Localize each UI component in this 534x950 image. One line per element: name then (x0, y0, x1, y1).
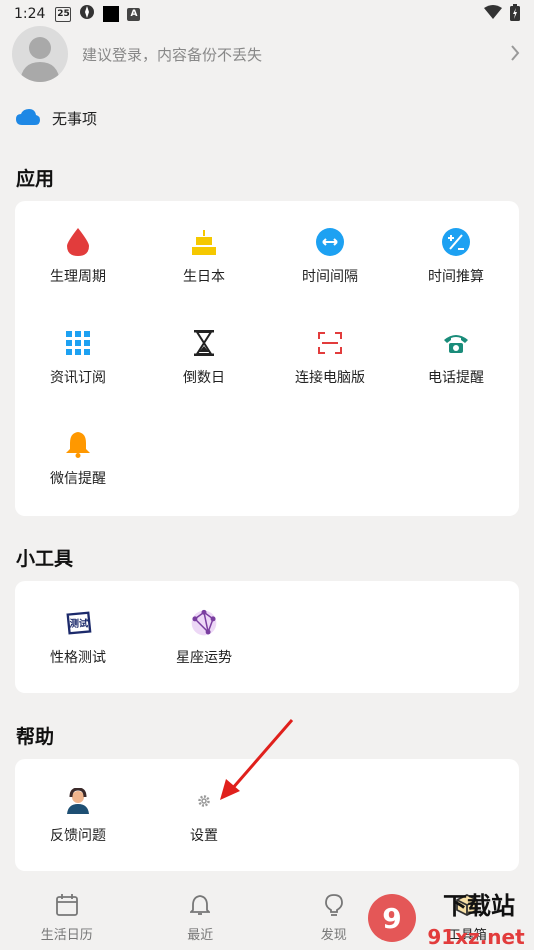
help-item[interactable]: 反馈问题 (15, 765, 141, 866)
gear-icon (190, 787, 218, 815)
app-label: 时间推算 (428, 268, 484, 285)
test-stamp-icon: 测试 (64, 609, 92, 637)
app-item[interactable]: 资讯订阅 (15, 307, 141, 408)
app-item[interactable]: 连接电脑版 (267, 307, 393, 408)
calculator-icon (442, 227, 470, 256)
nav-label: 发现 (320, 927, 347, 943)
apps-section-title: 应用 (16, 168, 55, 190)
constellation-icon (190, 609, 218, 637)
scan-frame-icon (316, 329, 344, 357)
status-bar: 1:24 25 A (0, 0, 534, 28)
app-item[interactable]: 电话提醒 (393, 307, 519, 408)
help-label: 反馈问题 (50, 827, 106, 844)
watermark-text-1: 下载站 (443, 892, 515, 920)
bell-icon (64, 430, 92, 458)
phone-icon (442, 329, 470, 357)
battery-icon (510, 3, 520, 25)
bell-icon (189, 894, 212, 920)
svg-text:9: 9 (382, 902, 401, 935)
help-card: 反馈问题 设置 (15, 759, 519, 871)
app-item[interactable]: 微信提醒 (15, 408, 141, 509)
hourglass-icon (190, 329, 218, 357)
app-label: 电话提醒 (428, 369, 484, 386)
app-item[interactable]: 生理周期 (15, 206, 141, 307)
calendar-status-icon: 25 (55, 6, 72, 22)
app-item[interactable]: 生日本 (141, 206, 267, 307)
login-prompt-text: 建议登录，内容备份不丢失 (82, 45, 263, 64)
chevron-right-icon (510, 42, 520, 66)
login-prompt-row[interactable]: 建议登录，内容备份不丢失 (12, 26, 524, 82)
grid-icon (64, 329, 92, 357)
nav-label: 生活日历 (40, 927, 93, 943)
calendar-icon (55, 893, 78, 920)
birthday-cake-icon (190, 228, 218, 256)
tool-item[interactable]: 测试 性格测试 (15, 587, 141, 688)
black-square-status-icon (103, 6, 120, 22)
wifi-icon (484, 5, 502, 23)
app-label: 时间间隔 (302, 268, 358, 285)
app-label: 倒数日 (183, 369, 225, 386)
app-label: 生日本 (183, 268, 225, 285)
help-section-title: 帮助 (16, 726, 55, 748)
todo-label: 无事项 (52, 110, 98, 128)
app-label: 生理周期 (50, 268, 106, 285)
support-agent-icon (64, 787, 92, 815)
interval-icon (316, 227, 344, 256)
tools-card: 测试 性格测试 星座运势 (15, 581, 519, 693)
a-status-icon: A (127, 7, 141, 21)
app-label: 连接电脑版 (295, 369, 365, 386)
blood-drop-icon (64, 227, 92, 256)
apps-card: 生理周期 生日本 时间间隔 时间推算 资讯订阅 倒数日 连接电脑版 电话提醒 微… (15, 201, 519, 516)
tool-item[interactable]: 星座运势 (141, 587, 267, 688)
nav-label: 最近 (187, 927, 214, 943)
watermark-text-2: 91xz.net (427, 925, 525, 949)
help-label: 设置 (190, 827, 218, 844)
app-label: 资讯订阅 (50, 369, 106, 386)
help-item[interactable]: 设置 (141, 765, 267, 866)
app-item[interactable]: 时间推算 (393, 206, 519, 307)
sync-status-icon (79, 4, 95, 24)
tools-section-title: 小工具 (16, 548, 74, 570)
avatar[interactable] (12, 26, 68, 82)
app-label: 微信提醒 (50, 470, 106, 487)
status-time: 1:24 (14, 6, 46, 22)
tool-label: 星座运势 (176, 649, 232, 666)
app-item[interactable]: 倒数日 (141, 307, 267, 408)
todo-row[interactable]: 无事项 (16, 108, 97, 129)
cloud-icon (16, 108, 40, 129)
app-item[interactable]: 时间间隔 (267, 206, 393, 307)
watermark-logo: 9 下载站 91xz.net (368, 892, 525, 949)
lightbulb-icon (324, 893, 343, 920)
tool-label: 性格测试 (50, 649, 106, 666)
nav-item-recent[interactable]: 最近 (134, 886, 268, 950)
svg-text:测试: 测试 (70, 617, 89, 629)
nav-item-life-calendar[interactable]: 生活日历 (0, 886, 134, 950)
